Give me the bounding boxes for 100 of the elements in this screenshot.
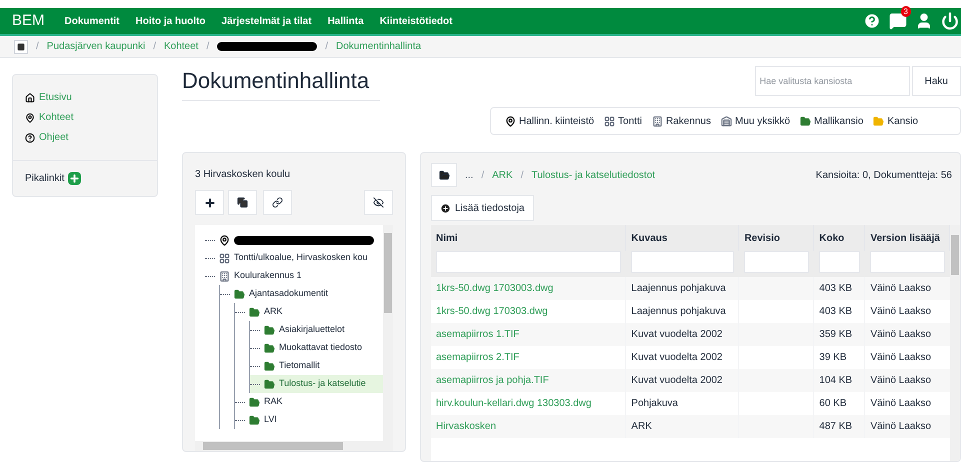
sidebar-link[interactable]: Etusivu [39, 90, 72, 105]
nav-link[interactable]: Hoito ja huolto [136, 14, 206, 28]
tree-item[interactable]: Tietomallit [279, 359, 320, 373]
folder-icon [249, 396, 260, 408]
plus-circle-icon [440, 202, 451, 214]
grid-icon [604, 116, 616, 126]
folder-button[interactable] [431, 163, 457, 187]
column-filter-field[interactable] [630, 251, 734, 273]
path-link[interactable]: Tulostus- ja katselutiedostot [531, 168, 656, 182]
legend-label: Rakennus [666, 114, 711, 128]
breadcrumb-link[interactable]: Dokumentinhallinta [336, 39, 422, 54]
tree-item[interactable]: Muokattavat tiedosto [279, 341, 362, 355]
nav-link[interactable]: Hallinta [328, 14, 364, 28]
link-icon [272, 197, 283, 208]
power-icon[interactable] [941, 12, 959, 30]
folder-icon [264, 342, 275, 354]
separator: / [520, 168, 524, 182]
table-cell: Kuvat vuodelta 2002 [631, 375, 722, 386]
folder-summary: Kansioita: 0, Dokumentteja: 56 [816, 168, 952, 182]
file-link[interactable]: Hirvaskosken [436, 421, 496, 432]
tree-item[interactable]: Koulurakennus 1 [234, 269, 302, 283]
separator: / [325, 40, 328, 54]
table-cell: Väinö Laakso [870, 306, 932, 317]
file-link[interactable]: 1krs-50.dwg 170303.dwg [436, 306, 548, 317]
add-button[interactable] [195, 190, 224, 215]
home-icon [25, 92, 35, 102]
column-filter-field[interactable] [870, 251, 944, 273]
table-cell: 359 KB [819, 329, 852, 340]
plus-icon [204, 196, 216, 208]
user-icon[interactable] [915, 12, 933, 30]
table-cell: Kuvat vuodelta 2002 [631, 352, 722, 363]
table-cell: 487 KB [819, 421, 852, 432]
file-link[interactable]: hirv.koulun-kellari.dwg 130303.dwg [436, 398, 592, 409]
tree-item[interactable]: RAK [264, 395, 283, 409]
file-link[interactable]: asemapiirros ja pohja.TIF [436, 375, 549, 386]
copy-button[interactable] [228, 190, 257, 215]
tree-item[interactable]: LVI [264, 413, 277, 427]
table-cell: Väinö Laakso [870, 398, 932, 409]
breadcrumb-link[interactable]: Pudasjärven kaupunki [46, 39, 146, 54]
separator: / [206, 40, 210, 54]
tree-item[interactable]: Tontti/ulkoalue, Hirvaskosken kou [234, 251, 368, 265]
search-button[interactable]: Haku [912, 66, 961, 96]
search-field[interactable]: Hae valitusta kansiosta [754, 66, 910, 96]
square-icon [17, 42, 25, 50]
help-icon[interactable] [863, 12, 881, 30]
table-cell: Väinö Laakso [870, 421, 932, 432]
tree-item[interactable]: Asiakirjaluettelot [279, 323, 345, 337]
column-filter-field[interactable] [436, 251, 621, 273]
plus-icon [69, 173, 80, 184]
table-cell: 403 KB [819, 306, 852, 317]
add-quicklink-button[interactable] [68, 172, 82, 185]
column-filter-field[interactable] [744, 251, 809, 273]
table-cell: ARK [631, 421, 652, 432]
vertical-scrollbar[interactable] [950, 225, 960, 461]
nav-link[interactable]: Dokumentit [64, 14, 120, 28]
nav-link[interactable]: Kiinteistötiedot [380, 14, 452, 28]
table-cell: 60 KB [819, 398, 847, 409]
table-cell: Pohjakuva [631, 398, 678, 409]
quicklinks-label: Pikalinkit [25, 172, 64, 186]
sidebar-link[interactable]: Kohteet [39, 110, 74, 125]
map-pin-icon [505, 116, 516, 126]
warehouse-icon [720, 116, 732, 126]
folder-icon [249, 306, 260, 318]
link-button[interactable] [263, 190, 292, 215]
vertical-scrollbar[interactable] [383, 225, 393, 451]
path-link[interactable]: ... [465, 168, 474, 182]
building-icon [652, 116, 663, 126]
hide-button[interactable] [364, 190, 393, 215]
folder-icon [234, 288, 245, 300]
sidebar-link[interactable]: Ohjeet [39, 130, 68, 145]
add-files-button[interactable]: Lisää tiedostoja [431, 195, 534, 221]
table-cell: Kuvat vuodelta 2002 [631, 329, 722, 340]
folder-icon [438, 170, 450, 180]
folder-icon [264, 324, 275, 336]
column-filter-field[interactable] [818, 251, 860, 273]
legend-label: Tontti [618, 114, 642, 128]
table-cell: 39 KB [819, 352, 847, 363]
file-link[interactable]: 1krs-50.dwg 1703003.dwg [436, 283, 554, 294]
table-cell: Väinö Laakso [870, 375, 932, 386]
legend-label: Mallikansio [814, 114, 864, 128]
tree-item[interactable]: ARK [264, 305, 283, 319]
building-icon [219, 270, 230, 282]
table-cell: Väinö Laakso [870, 352, 932, 363]
file-link[interactable]: asemapiirros 2.TIF [436, 352, 520, 363]
breadcrumb-link[interactable]: Kohteet [164, 39, 198, 54]
legend-label: Kansio [887, 114, 918, 128]
copy-icon [237, 197, 248, 208]
path-link[interactable]: ARK [492, 168, 513, 182]
tree-title: 3 Hirvaskosken koulu [195, 168, 292, 182]
horizontal-scrollbar[interactable] [195, 441, 383, 451]
tree-item[interactable]: Ajantasadokumentit [249, 287, 328, 301]
separator: / [481, 168, 484, 182]
table-cell: Väinö Laakso [870, 329, 932, 340]
breadcrumb-menu-button[interactable] [14, 40, 28, 54]
brand-logo[interactable]: BEM [12, 10, 45, 32]
table-cell: 104 KB [819, 375, 852, 386]
nav-link[interactable]: Järjestelmät ja tilat [222, 14, 312, 28]
file-link[interactable]: asemapiirros 1.TIF [436, 329, 520, 340]
map-pin-icon [219, 234, 230, 246]
help-icon [25, 132, 35, 142]
